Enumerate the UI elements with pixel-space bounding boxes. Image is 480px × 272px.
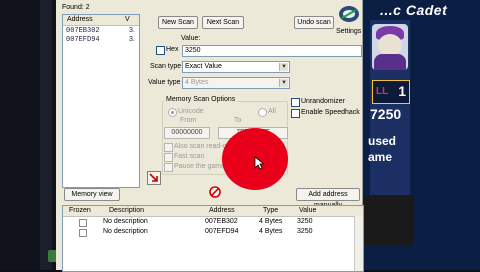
value-column-header[interactable]: Value [299, 207, 316, 214]
cheat-table[interactable]: Frozen Description Address Type Value No… [62, 205, 364, 272]
frozen-checkbox[interactable] [79, 229, 87, 237]
fast-scan-label: Fast scan [174, 153, 205, 160]
chevron-down-icon: ▼ [279, 79, 288, 87]
type-column-header[interactable]: Type [263, 207, 278, 214]
address-list-row[interactable]: 007EB302 3. [63, 27, 139, 36]
memory-scan-options-title: Memory Scan Options [164, 96, 238, 103]
from-label: From [180, 117, 197, 124]
clear-list-icon[interactable] [209, 186, 221, 198]
scan-type-select[interactable]: Exact Value ▼ [182, 61, 290, 73]
unrandomizer-label: Unrandomizer [301, 98, 345, 105]
paused-text-line1: used [368, 134, 397, 148]
game-title: ...c Cadet [380, 2, 448, 18]
speedhack-label: Enable Speedhack [301, 109, 360, 116]
mouse-cursor-icon [254, 156, 264, 170]
row-value: 3250 [297, 218, 313, 225]
all-label: All [268, 108, 276, 115]
to-label: To [234, 117, 242, 124]
cheat-table-header: Frozen Description Address Type Value [63, 206, 363, 217]
row-address: 007EB302 [66, 27, 100, 35]
fast-scan-checkbox[interactable] [164, 153, 173, 162]
row-value: 3250 [297, 228, 313, 235]
pause-game-checkbox[interactable] [164, 163, 173, 172]
unicode-radio[interactable] [168, 108, 177, 117]
value-type-value: 4 Bytes [185, 79, 209, 86]
hex-label: Hex [166, 46, 179, 53]
value-type-label: Value type [148, 79, 181, 86]
from-address-input[interactable]: 00000000 [164, 127, 210, 139]
next-scan-button[interactable]: Next Scan [202, 16, 244, 29]
row-value: 3. [129, 27, 135, 34]
address-column-header[interactable]: Address [67, 16, 93, 23]
table-row[interactable]: No description 007EB302 4 Bytes 3250 [63, 217, 363, 227]
value-label: Value: [181, 35, 201, 42]
paused-text-line2: ame [368, 150, 393, 164]
address-list-header: Address V [63, 15, 139, 26]
row-description: No description [103, 228, 148, 235]
settings-link[interactable]: Settings [336, 28, 361, 35]
row-value: 3. [129, 36, 135, 43]
frozen-checkbox[interactable] [79, 219, 87, 227]
row-address: 007EFD94 [205, 228, 239, 235]
chevron-down-icon: ▼ [279, 63, 288, 71]
desktop-background [0, 0, 56, 270]
row-address: 007EFD94 [66, 36, 100, 44]
undo-scan-button[interactable]: Undo scan [294, 16, 334, 29]
description-column-header[interactable]: Description [109, 207, 144, 214]
row-type: 4 Bytes [259, 228, 283, 235]
hex-checkbox[interactable] [156, 46, 165, 55]
value-type-select[interactable]: 4 Bytes ▼ [182, 77, 290, 89]
unicode-label: Unicode [178, 108, 204, 115]
row-address: 007EB302 [205, 218, 238, 225]
level-indicator: LL 1 [372, 80, 410, 104]
speedhack-checkbox[interactable] [291, 109, 300, 118]
found-address-list[interactable]: Address V 007EB302 3. 007EFD94 3. [62, 14, 140, 188]
character-body [374, 54, 406, 70]
new-scan-button[interactable]: New Scan [158, 16, 198, 29]
address-list-row[interactable]: 007EFD94 3. [63, 36, 139, 45]
score-display: 7250 [370, 106, 402, 122]
scan-type-label: Scan type [150, 63, 182, 70]
game-bottom-panel [362, 195, 414, 245]
add-address-manually-button[interactable]: Add address manually [296, 188, 360, 209]
scan-type-value: Exact Value [185, 63, 222, 70]
unrandomizer-checkbox[interactable] [291, 98, 300, 107]
found-count: Found: 2 [62, 4, 90, 11]
memory-view-button[interactable]: Memory view [64, 188, 120, 201]
arrow-down-right-icon[interactable] [147, 171, 161, 185]
address-column-header[interactable]: Address [209, 207, 235, 214]
table-scrollbar[interactable] [354, 216, 363, 271]
all-radio[interactable] [258, 108, 267, 117]
value-column-header[interactable]: V [125, 16, 130, 23]
desktop-strip [40, 0, 52, 270]
cheat-engine-logo[interactable] [338, 4, 360, 24]
table-row[interactable]: No description 007EFD94 4 Bytes 3250 [63, 227, 363, 237]
frozen-column-header[interactable]: Frozen [69, 207, 91, 214]
value-input[interactable]: 3250 [182, 45, 362, 57]
row-type: 4 Bytes [259, 218, 283, 225]
read-only-memory-checkbox[interactable] [164, 143, 173, 152]
character-face [378, 34, 402, 56]
level-number: 1 [398, 83, 406, 99]
row-description: No description [103, 218, 148, 225]
character-portrait [372, 24, 408, 70]
level-label: LL [376, 86, 389, 97]
